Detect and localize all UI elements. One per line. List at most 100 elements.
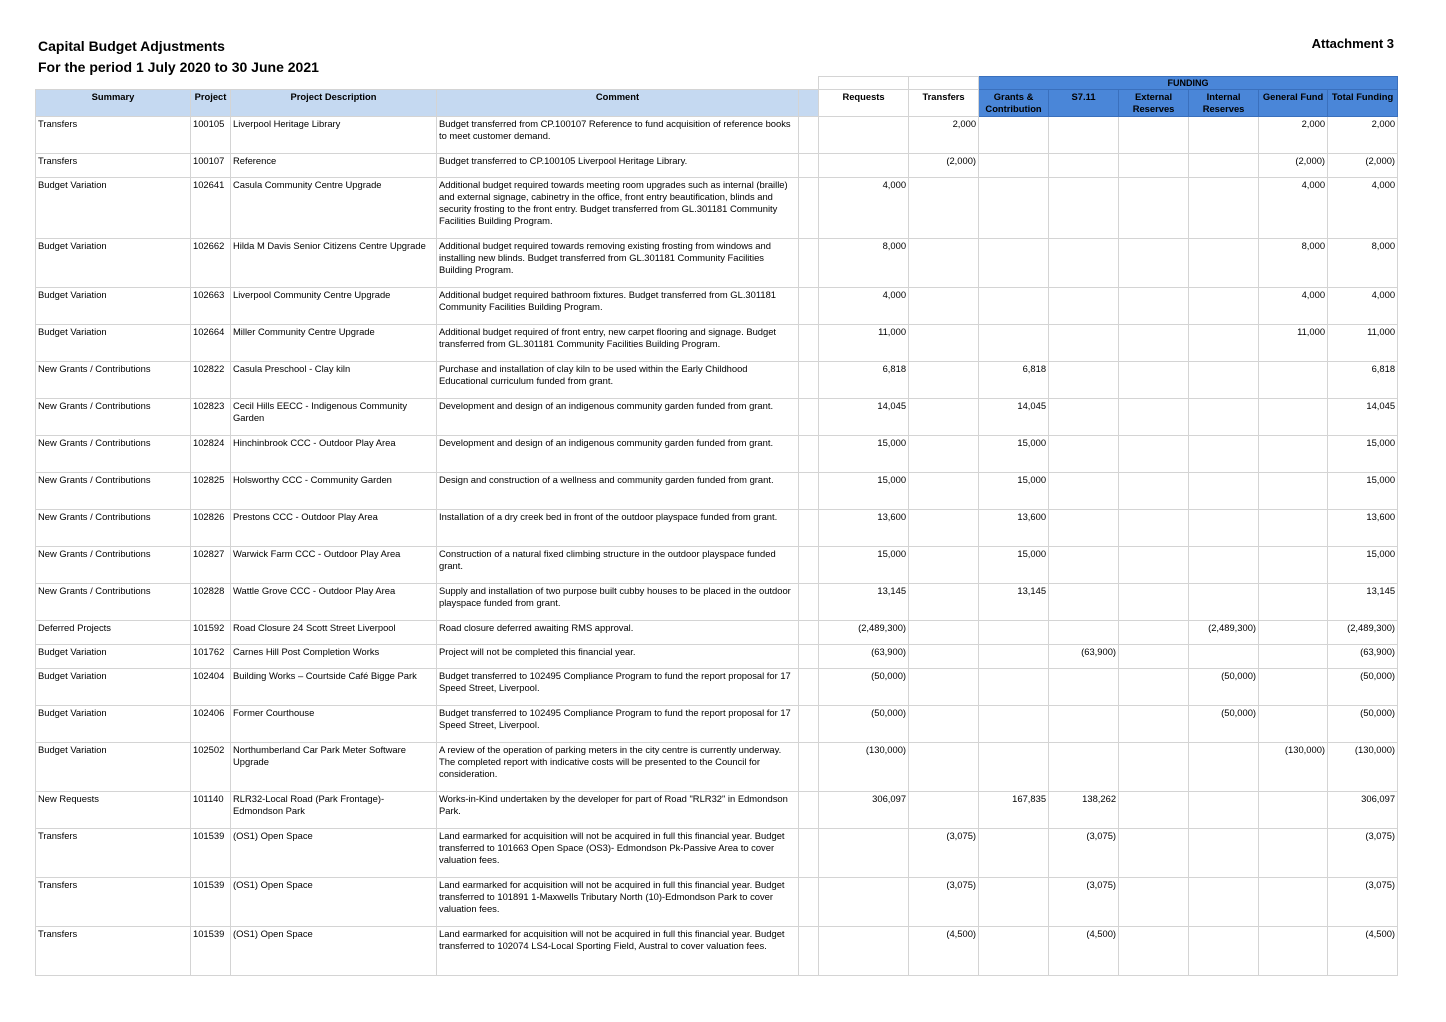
cell-general bbox=[1258, 644, 1329, 669]
cell-description: RLR32-Local Road (Park Frontage)-Edmonds… bbox=[230, 791, 437, 829]
cell-project: 102823 bbox=[190, 398, 231, 436]
cell-general: 8,000 bbox=[1258, 238, 1329, 288]
cell-comment: Additional budget required bathroom fixt… bbox=[436, 287, 799, 325]
table-row: Transfers 101539 (OS1) Open Space Land earm… bbox=[35, 926, 1399, 976]
cell-total: 14,045 bbox=[1327, 398, 1399, 436]
cell-internal bbox=[1188, 509, 1260, 547]
requests-header-top bbox=[818, 76, 910, 90]
cell-transfers bbox=[908, 509, 980, 547]
cell-general bbox=[1258, 705, 1329, 743]
cell-grants: 6,818 bbox=[978, 361, 1050, 399]
cell-external bbox=[1118, 668, 1190, 706]
cell-spacer bbox=[797, 361, 820, 399]
cell-requests: (130,000) bbox=[818, 742, 910, 792]
cell-spacer bbox=[797, 153, 820, 178]
cell-project: 102641 bbox=[190, 177, 231, 239]
cell-grants bbox=[978, 116, 1050, 154]
cell-summary: Budget Variation bbox=[35, 644, 191, 669]
cell-total: 306,097 bbox=[1327, 791, 1399, 829]
cell-transfers: 2,000 bbox=[908, 116, 980, 154]
cell-general bbox=[1258, 361, 1329, 399]
cell-grants bbox=[978, 324, 1050, 362]
cell-grants: 15,000 bbox=[978, 472, 1050, 510]
col-total: Total Funding bbox=[1327, 89, 1399, 117]
cell-internal bbox=[1188, 177, 1260, 239]
cell-requests: 4,000 bbox=[818, 177, 910, 239]
cell-spacer bbox=[797, 435, 820, 473]
cell-transfers bbox=[908, 435, 980, 473]
cell-spacer bbox=[797, 705, 820, 743]
col-general: General Fund bbox=[1258, 89, 1329, 117]
col-internal: Internal Reserves bbox=[1188, 89, 1260, 117]
cell-total: 11,000 bbox=[1327, 324, 1399, 362]
cell-s711 bbox=[1048, 177, 1120, 239]
cell-total: (3,075) bbox=[1327, 828, 1399, 878]
cell-general bbox=[1258, 877, 1329, 927]
table-row: Transfers 101539 (OS1) Open Space Land earm… bbox=[35, 877, 1399, 927]
cell-external bbox=[1118, 546, 1190, 584]
cell-project: 100105 bbox=[190, 116, 231, 154]
table-row: Budget Variation 102502 Northumberland Car… bbox=[35, 742, 1399, 792]
cell-internal bbox=[1188, 361, 1260, 399]
cell-requests: (50,000) bbox=[818, 705, 910, 743]
cell-project: 102824 bbox=[190, 435, 231, 473]
report-title-block: Capital Budget Adjustments For the perio… bbox=[38, 36, 319, 78]
budget-adjustments-table: FUNDING Summary Project Project Descript… bbox=[35, 76, 1399, 976]
cell-requests: (2,489,300) bbox=[818, 620, 910, 645]
cell-external bbox=[1118, 620, 1190, 645]
cell-s711: (3,075) bbox=[1048, 877, 1120, 927]
cell-s711 bbox=[1048, 546, 1120, 584]
cell-summary: Budget Variation bbox=[35, 287, 191, 325]
cell-total: (2,000) bbox=[1327, 153, 1399, 178]
cell-s711 bbox=[1048, 668, 1120, 706]
table-row: Budget Variation 102406 Former Courthouse B… bbox=[35, 705, 1399, 743]
cell-spacer bbox=[797, 287, 820, 325]
cell-summary: Transfers bbox=[35, 926, 191, 976]
cell-description: (OS1) Open Space bbox=[230, 828, 437, 878]
cell-s711 bbox=[1048, 705, 1120, 743]
cell-requests: (63,900) bbox=[818, 644, 910, 669]
cell-general bbox=[1258, 472, 1329, 510]
cell-grants bbox=[978, 177, 1050, 239]
table-body: Transfers 100105 Liverpool Heritage Librar… bbox=[35, 116, 1399, 976]
cell-total: 15,000 bbox=[1327, 472, 1399, 510]
cell-external bbox=[1118, 116, 1190, 154]
cell-description: Casula Preschool - Clay kiln bbox=[230, 361, 437, 399]
cell-spacer bbox=[797, 742, 820, 792]
cell-spacer bbox=[797, 583, 820, 621]
cell-summary: Budget Variation bbox=[35, 705, 191, 743]
cell-project: 100107 bbox=[190, 153, 231, 178]
cell-description: Former Courthouse bbox=[230, 705, 437, 743]
cell-comment: Budget transferred from CP.100107 Refere… bbox=[436, 116, 799, 154]
cell-spacer bbox=[797, 668, 820, 706]
cell-transfers: (4,500) bbox=[908, 926, 980, 976]
cell-requests bbox=[818, 116, 910, 154]
attachment-label: Attachment 3 bbox=[1311, 36, 1394, 51]
cell-s711 bbox=[1048, 509, 1120, 547]
cell-spacer bbox=[797, 546, 820, 584]
cell-requests: 15,000 bbox=[818, 435, 910, 473]
cell-s711 bbox=[1048, 238, 1120, 288]
cell-grants: 15,000 bbox=[978, 546, 1050, 584]
cell-summary: New Grants / Contributions bbox=[35, 509, 191, 547]
cell-transfers bbox=[908, 546, 980, 584]
cell-general bbox=[1258, 620, 1329, 645]
cell-grants bbox=[978, 926, 1050, 976]
table-row: Budget Variation 102663 Liverpool Communit… bbox=[35, 287, 1399, 325]
cell-external bbox=[1118, 177, 1190, 239]
cell-s711: (4,500) bbox=[1048, 926, 1120, 976]
cell-external bbox=[1118, 742, 1190, 792]
cell-grants: 13,145 bbox=[978, 583, 1050, 621]
cell-project: 102825 bbox=[190, 472, 231, 510]
table-row: Budget Variation 102641 Casula Community C… bbox=[35, 177, 1399, 239]
cell-total: 13,145 bbox=[1327, 583, 1399, 621]
cell-external bbox=[1118, 926, 1190, 976]
cell-comment: Budget transferred to 102495 Compliance … bbox=[436, 668, 799, 706]
cell-comment: Land earmarked for acquisition will not … bbox=[436, 828, 799, 878]
cell-summary: Transfers bbox=[35, 116, 191, 154]
cell-transfers bbox=[908, 791, 980, 829]
cell-general: 2,000 bbox=[1258, 116, 1329, 154]
cell-requests: 8,000 bbox=[818, 238, 910, 288]
cell-requests bbox=[818, 828, 910, 878]
cell-summary: New Grants / Contributions bbox=[35, 361, 191, 399]
